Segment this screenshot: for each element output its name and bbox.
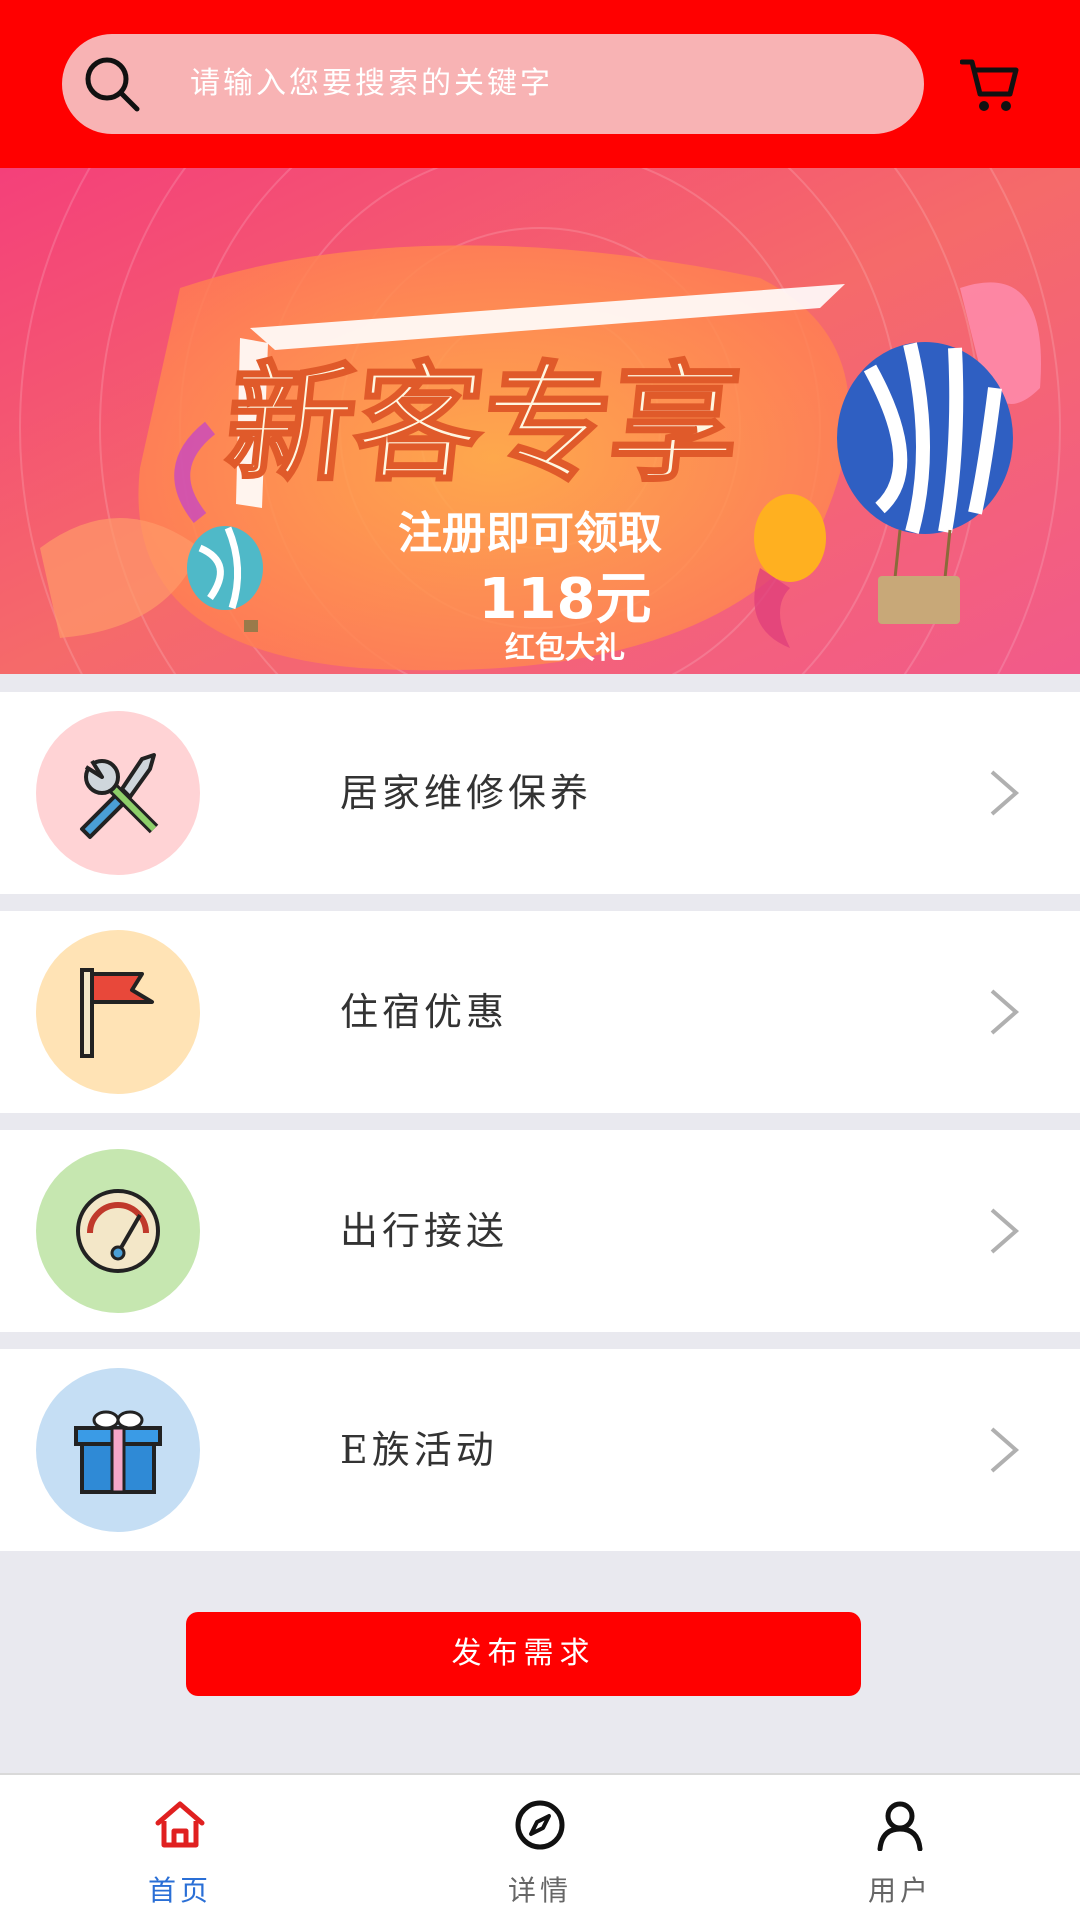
service-label: E族活动: [340, 1428, 498, 1472]
tools-icon-circle: [36, 711, 200, 875]
banner-caption: 红包大礼: [505, 631, 625, 666]
service-label: 住宿优惠: [340, 990, 509, 1034]
service-row-activities[interactable]: E族活动: [0, 1349, 1080, 1551]
chevron-right-icon: [990, 1427, 1020, 1473]
user-icon: [877, 1801, 923, 1851]
service-row-home-repair[interactable]: 居家维修保养: [0, 692, 1080, 894]
home-icon: [155, 1801, 205, 1848]
search-icon: [85, 57, 140, 112]
tab-home[interactable]: 首页: [80, 1775, 280, 1920]
chevron-right-icon: [990, 770, 1020, 816]
compass-icon: [515, 1800, 565, 1850]
banner-amount: 118元: [479, 567, 652, 632]
chevron-right-icon: [990, 1208, 1020, 1254]
search-input[interactable]: 请输入您要搜索的关键字: [190, 34, 553, 134]
tab-details[interactable]: 详情: [440, 1775, 640, 1920]
gauge-icon-circle: [36, 1149, 200, 1313]
service-row-transport[interactable]: 出行接送: [0, 1130, 1080, 1332]
service-row-lodging[interactable]: 住宿优惠: [0, 911, 1080, 1113]
tab-user[interactable]: 用户: [800, 1775, 1000, 1920]
publish-request-button[interactable]: 发布需求: [186, 1612, 861, 1696]
gift-icon-circle: [36, 1368, 200, 1532]
search-bar[interactable]: 请输入您要搜索的关键字: [62, 34, 924, 134]
cart-icon[interactable]: [960, 56, 1020, 114]
top-header: 请输入您要搜索的关键字: [0, 0, 1080, 168]
banner-headline: 新客专享: [219, 350, 747, 499]
flag-icon: [80, 968, 154, 1058]
gauge-icon: [76, 1189, 160, 1273]
tab-details-label: 详情: [507, 1874, 572, 1907]
flag-icon-circle: [36, 930, 200, 1094]
gift-icon: [74, 1410, 162, 1494]
tab-user-label: 用户: [867, 1874, 932, 1907]
promo-banner[interactable]: 新客专享 注册即可领取 118元 红包大礼: [0, 168, 1080, 674]
tools-icon: [80, 753, 159, 839]
tab-home-label: 首页: [147, 1874, 212, 1907]
banner-subline: 注册即可领取: [398, 508, 662, 559]
service-label: 出行接送: [340, 1209, 509, 1253]
bottom-tab-bar: 首页 详情 用户: [0, 1773, 1080, 1920]
service-label: 居家维修保养: [340, 771, 593, 815]
chevron-right-icon: [990, 989, 1020, 1035]
